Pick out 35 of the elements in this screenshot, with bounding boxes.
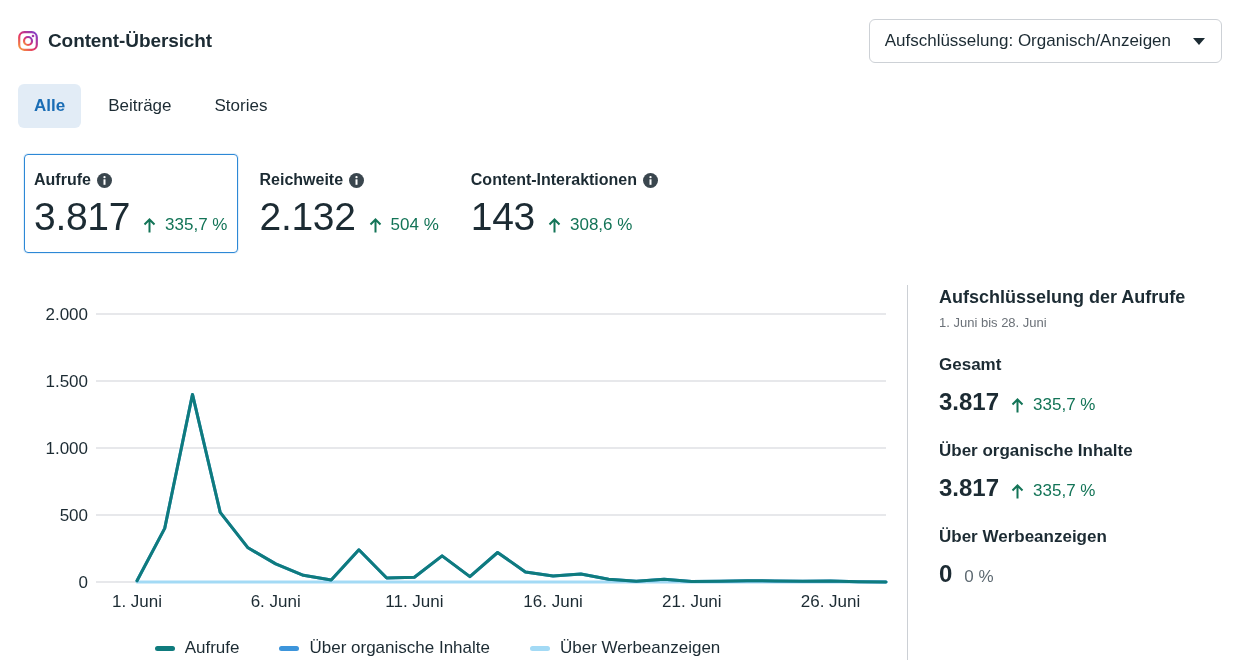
x-axis-label: 16. Juni (523, 592, 583, 611)
legend-label: Über organische Inhalte (309, 638, 490, 658)
change-percent: 308,6 % (570, 215, 633, 235)
y-axis-label: 1.500 (45, 372, 88, 391)
y-axis-label: 2.000 (45, 305, 88, 324)
breakdown-label: Über organische Inhalte (939, 441, 1134, 461)
legend-label: Über Werbeanzeigen (560, 638, 721, 658)
x-axis-label: 21. Juni (662, 592, 722, 611)
y-axis-label: 1.000 (45, 439, 88, 458)
metric-value: 3.817 (34, 195, 131, 239)
panel-title: Aufschlüsselung der Aufrufe (939, 287, 1187, 308)
x-axis-label: 26. Juni (800, 592, 861, 611)
page-title: Content-Übersicht (48, 30, 213, 52)
x-axis-label: 11. Juni (385, 592, 444, 611)
metric-label: Reichweite (259, 171, 344, 189)
breakdown-label: Gesamt (939, 355, 1003, 375)
breakdown-value: 0 (939, 560, 953, 588)
metric-label: Aufrufe (34, 171, 91, 189)
x-axis-label: 6. Juni (250, 592, 301, 611)
y-axis-label: 0 (78, 573, 88, 592)
x-axis-label: 1. Juni (111, 592, 163, 611)
change-percent: 335,7 % (165, 215, 228, 235)
metric-value: 143 (470, 195, 535, 239)
metric-value: 2.132 (259, 195, 356, 239)
change-percent: 335,7 % (1033, 395, 1096, 415)
change-percent: 504 % (390, 215, 439, 235)
y-axis-label: 500 (59, 506, 88, 525)
metric-label: Content-Interaktionen (470, 171, 638, 189)
change-percent: 0 % (964, 567, 994, 587)
date-range: 1. Juni bis 28. Juni (939, 315, 1048, 330)
change-percent: 335,7 % (1033, 481, 1096, 501)
breakdown-label: Über Werbeanzeigen (939, 527, 1108, 547)
legend-label: Aufrufe (184, 638, 240, 658)
breakdown-value: 3.817 (939, 474, 1000, 502)
breakdown-value: 3.817 (939, 388, 1000, 416)
